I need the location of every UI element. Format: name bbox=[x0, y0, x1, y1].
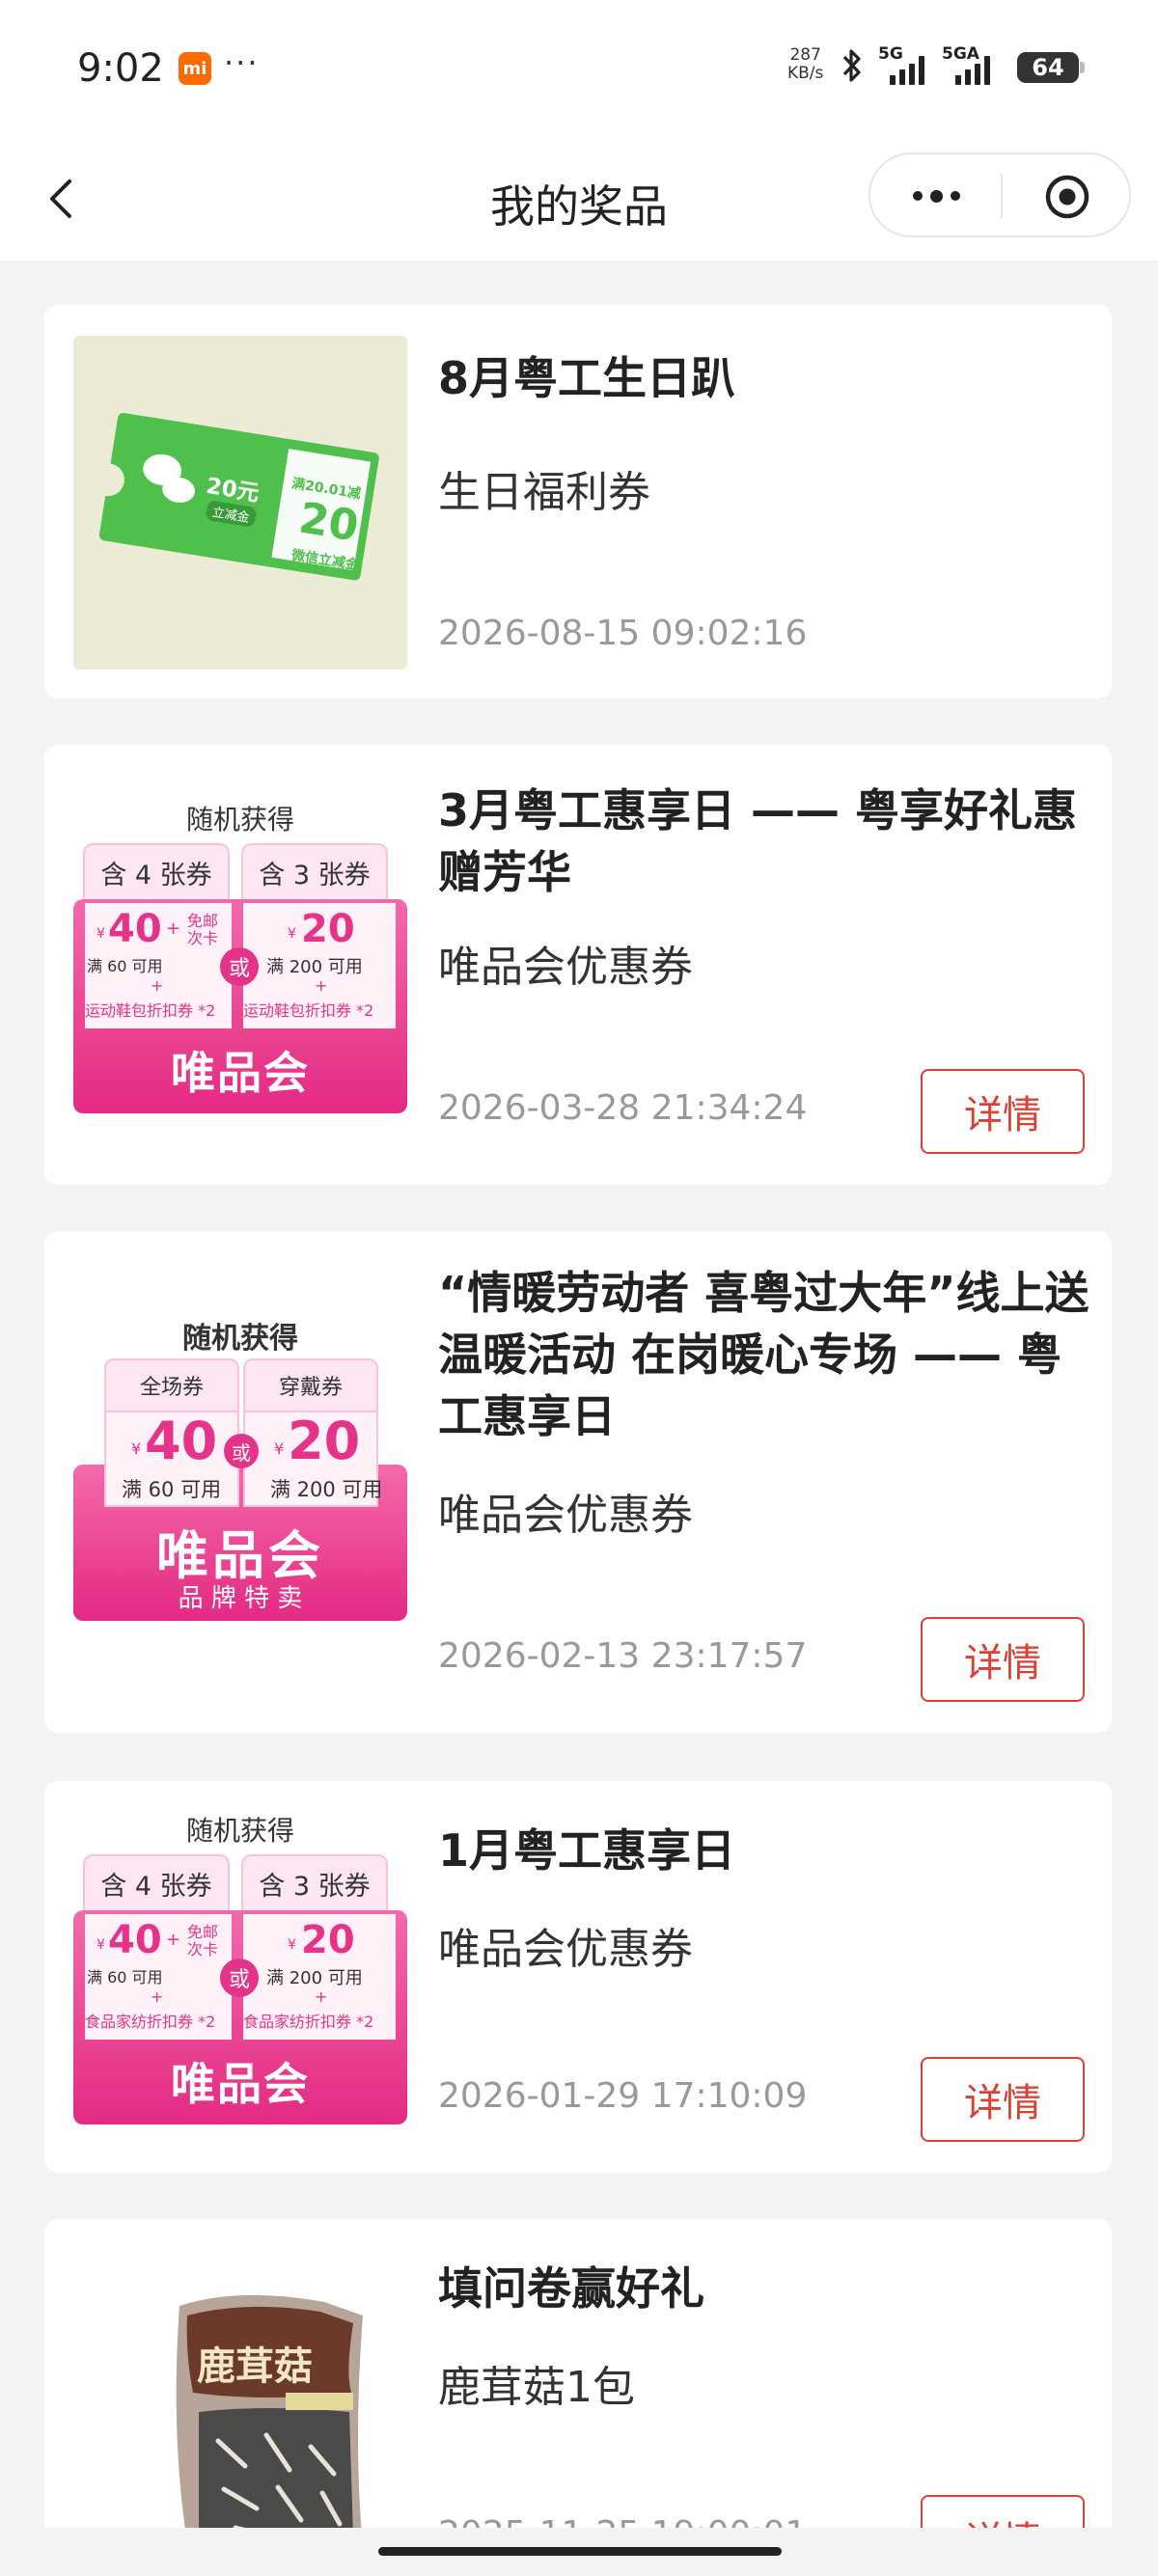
random-label: 随机获得 bbox=[185, 804, 294, 836]
plus-sign: + bbox=[166, 1930, 181, 1950]
coupon-tab: 含 3 张券 bbox=[241, 843, 388, 901]
plus-sign: + bbox=[166, 918, 181, 939]
prize-subtitle: 鹿茸菇1包 bbox=[438, 2363, 635, 2412]
prize-card[interactable]: 随机获得 含 4 张券 含 3 张券 ¥ 40 + 免邮次卡 满 60 可用 ¥… bbox=[44, 745, 1112, 1185]
coupon-value-2: 20 bbox=[288, 1411, 361, 1471]
mi-app-icon: mi bbox=[179, 52, 211, 85]
prize-title: 1月粤工惠享日 bbox=[438, 1824, 736, 1877]
coupon-value-1: 40 bbox=[108, 907, 162, 951]
prize-title: 3月粤工惠享日 —— 粤享好礼惠赠芳华 bbox=[438, 784, 1078, 898]
coupon-condition-1: 满 60 可用 bbox=[122, 1478, 222, 1501]
network-speed-unit: KB/s bbox=[787, 64, 824, 83]
free-shipping-label: 免邮次卡 bbox=[186, 1923, 218, 1959]
or-badge: 或 bbox=[220, 1959, 259, 1997]
or-badge: 或 bbox=[220, 947, 259, 986]
coupon-tab: 含 3 张券 bbox=[241, 1854, 388, 1912]
coupon-value-2: 20 bbox=[301, 1918, 355, 1962]
coupon-tab: 全场券 bbox=[104, 1358, 239, 1412]
prize-subtitle: 唯品会优惠券 bbox=[438, 943, 693, 992]
coupon-condition-1: 满 60 可用 bbox=[87, 957, 163, 975]
plus-sign: + bbox=[315, 1987, 328, 2006]
prize-title: 填问卷赢好礼 bbox=[438, 2262, 704, 2315]
detail-button[interactable]: 详情 bbox=[921, 1069, 1085, 1154]
bluetooth-icon bbox=[842, 49, 861, 82]
vip-coupon-image: 随机获得 含 4 张券 含 3 张券 ¥ 40 + 免邮次卡 满 60 可用 ¥… bbox=[73, 799, 407, 1133]
coupon-condition-1: 满 60 可用 bbox=[87, 1968, 163, 1987]
notification-more-icon: ··· bbox=[224, 44, 260, 81]
plus-sign: + bbox=[151, 976, 164, 995]
prize-card[interactable]: 鹿茸菇 填问卷赢好礼 鹿茸菇1包 2025-11-25 19:00:01 详情 bbox=[44, 2219, 1112, 2528]
navigation-bar: 我的奖品 bbox=[0, 135, 1158, 260]
battery-icon: 64 bbox=[1017, 52, 1085, 83]
status-time: 9:02 bbox=[77, 46, 164, 91]
extra-coupon-1: 食品家纺折扣券 *2 bbox=[85, 2013, 216, 2031]
network-speed: 287 KB/s bbox=[787, 46, 823, 83]
prize-date: 2025-11-25 19:00:01 bbox=[438, 2514, 807, 2528]
coupon-value-1: 40 bbox=[145, 1411, 218, 1471]
detail-button[interactable]: 详情 bbox=[921, 1617, 1085, 1702]
prize-date: 2026-03-28 21:34:24 bbox=[438, 1088, 808, 1128]
yen-symbol: ¥ bbox=[96, 926, 105, 942]
yen-symbol: ¥ bbox=[288, 926, 296, 942]
detail-button[interactable]: 详情 bbox=[921, 2057, 1085, 2142]
prize-title: “情暖劳动者 喜粤过大年”线上送温暖活动 在岗暖心专场 —— 粤工惠享日 bbox=[438, 1267, 1089, 1442]
extra-coupon-1: 运动鞋包折扣券 *2 bbox=[85, 1001, 216, 1020]
vip-coupon-image: 随机获得 全场券 穿戴券 ¥ 40 满 60 可用 ¥ 20 满 200 可用 … bbox=[73, 1314, 407, 1648]
coupon-tab: 穿戴券 bbox=[243, 1358, 378, 1412]
more-dots-icon[interactable] bbox=[907, 179, 965, 212]
target-circle-icon[interactable] bbox=[1042, 172, 1092, 222]
coupon-condition-2: 满 200 可用 bbox=[266, 1968, 363, 1988]
plus-sign: + bbox=[315, 976, 328, 995]
coupon-value-2: 20 bbox=[301, 907, 355, 951]
prize-card[interactable]: 随机获得 含 4 张券 含 3 张券 ¥ 40 + 免邮次卡 满 60 可用 ¥… bbox=[44, 1781, 1112, 2173]
coupon-tab: 含 4 张券 bbox=[83, 843, 230, 901]
or-badge: 或 bbox=[224, 1434, 259, 1468]
prize-subtitle: 唯品会优惠券 bbox=[438, 1925, 693, 1974]
coupon-tab: 含 4 张券 bbox=[83, 1854, 230, 1912]
capsule-divider bbox=[1001, 174, 1003, 218]
free-shipping-label: 免邮次卡 bbox=[186, 912, 218, 947]
yen-symbol: ¥ bbox=[288, 1937, 296, 1953]
vip-coupon-image: 随机获得 含 4 张券 含 3 张券 ¥ 40 + 免邮次卡 满 60 可用 ¥… bbox=[73, 1810, 407, 2144]
coupon-condition-2: 满 200 可用 bbox=[266, 957, 363, 977]
plus-sign: + bbox=[151, 1987, 164, 2006]
mushroom-package-image: 鹿茸菇 bbox=[73, 2248, 407, 2528]
prize-subtitle: 生日福利券 bbox=[438, 468, 650, 517]
prize-title: 8月粤工生日趴 bbox=[438, 352, 736, 404]
brand-slogan: 品 牌 特 卖 bbox=[178, 1584, 303, 1613]
prize-date: 2026-01-29 17:10:09 bbox=[438, 2076, 808, 2116]
coupon-condition-2: 满 200 可用 bbox=[270, 1478, 383, 1501]
extra-coupon-2: 运动鞋包折扣券 *2 bbox=[243, 1001, 374, 1020]
prize-date: 2026-02-13 23:17:57 bbox=[438, 1636, 808, 1676]
yen-symbol: ¥ bbox=[274, 1439, 285, 1458]
coupon-value-1: 40 bbox=[108, 1918, 162, 1962]
detail-button[interactable]: 详情 bbox=[921, 2495, 1085, 2528]
prize-card[interactable]: 随机获得 全场券 穿戴券 ¥ 40 满 60 可用 ¥ 20 满 200 可用 … bbox=[44, 1231, 1112, 1733]
random-label: 随机获得 bbox=[185, 1815, 294, 1847]
brand-logo: 唯品会 bbox=[171, 2058, 310, 2110]
yen-symbol: ¥ bbox=[96, 1937, 105, 1953]
status-bar: 9:02 mi ··· 287 KB/s 5G 5GA 64 bbox=[0, 0, 1158, 135]
brand-logo: 唯品会 bbox=[171, 1047, 310, 1099]
network-speed-value: 287 bbox=[789, 45, 821, 65]
extra-coupon-2: 食品家纺折扣券 *2 bbox=[243, 2013, 374, 2031]
wechat-coupon-image: 20元 立减金 满20.01减 20 微信立减金 bbox=[73, 336, 407, 670]
prize-subtitle: 唯品会优惠券 bbox=[438, 1491, 693, 1540]
mini-program-capsule bbox=[868, 152, 1131, 237]
prize-date: 2026-08-15 09:02:16 bbox=[438, 614, 808, 653]
coupon-value: 20 bbox=[295, 493, 362, 552]
random-label: 随机获得 bbox=[182, 1322, 298, 1356]
battery-level: 64 bbox=[1032, 54, 1064, 81]
package-label: 鹿茸菇 bbox=[197, 2343, 313, 2389]
prize-card[interactable]: 20元 立减金 满20.01减 20 微信立减金 8月粤工生日趴 生日福利券 2… bbox=[44, 305, 1112, 699]
home-indicator[interactable] bbox=[378, 2547, 782, 2556]
yen-symbol: ¥ bbox=[131, 1439, 142, 1458]
